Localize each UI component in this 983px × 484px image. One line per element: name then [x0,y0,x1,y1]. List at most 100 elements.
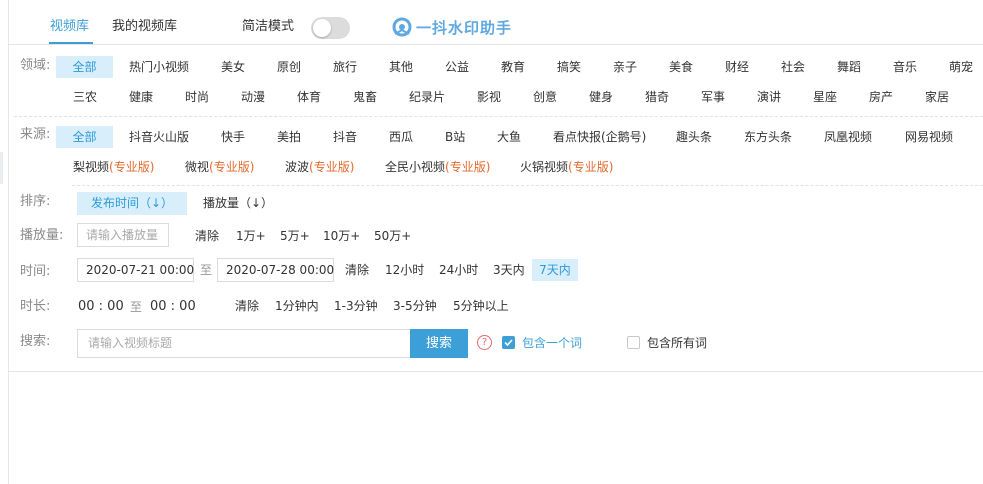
source-option-name: 梨视频 [73,160,110,174]
match-all-label[interactable]: 包含所有词 [647,334,707,352]
sort-by-plays[interactable]: 播放量（↓） [203,192,273,214]
domain-option[interactable]: 搞笑 [557,56,581,78]
active-tab-underline [49,42,93,44]
plays-option[interactable]: 1万+ [236,225,266,247]
compact-mode-label: 简洁模式 [242,19,295,34]
domain-option[interactable]: 亲子 [613,56,637,78]
time-option[interactable]: 7天内 [532,259,578,281]
domain-option[interactable]: 创意 [533,86,557,108]
domain-option[interactable]: 公益 [445,56,469,78]
time-option[interactable]: 3天内 [493,259,525,281]
source-option[interactable]: 全部 [56,126,113,148]
plays-option[interactable]: 10万+ [323,225,360,247]
domain-option[interactable]: 美女 [221,56,245,78]
tab-video-library[interactable]: 视频库 [50,17,89,37]
filter-panel-bottom-border [8,371,983,372]
plays-option[interactable]: 50万+ [374,225,411,247]
duration-option[interactable]: 5分钟以上 [453,295,509,317]
domain-option[interactable]: 教育 [501,56,525,78]
domain-option[interactable]: 健康 [129,86,153,108]
plays-option[interactable]: 5万+ [280,225,310,247]
help-icon[interactable]: ? [477,335,492,350]
domain-option[interactable]: 其他 [389,56,413,78]
compact-mode-toggle[interactable] [311,17,350,39]
domain-option[interactable]: 三农 [73,86,97,108]
source-option-pro[interactable]: 梨视频(专业版) [73,156,154,178]
duration-end-input[interactable]: 00 : 00 [150,297,196,317]
pro-badge: (专业版) [309,160,355,174]
search-button[interactable]: 搜索 [410,329,468,358]
domain-option[interactable]: 体育 [297,86,321,108]
match-any-checkbox[interactable] [502,336,515,349]
domain-option[interactable]: 猎奇 [645,86,669,108]
plays-label: 播放量: [20,228,64,243]
time-label: 时间: [20,264,51,279]
domain-option[interactable]: 家居 [925,86,949,108]
pro-badge: (专业版) [568,160,614,174]
domain-option[interactable]: 健身 [589,86,613,108]
domain-option[interactable]: 旅行 [333,56,357,78]
source-label: 来源: [20,127,51,142]
domain-option[interactable]: 全部 [56,56,113,78]
match-all-checkbox[interactable] [627,336,640,349]
source-option[interactable]: 大鱼 [497,126,521,148]
domain-option[interactable]: 原创 [277,56,301,78]
plays-input[interactable]: 请输入播放量 [77,223,169,247]
duration-option[interactable]: 3-5分钟 [393,295,437,317]
sort-label: 排序: [20,194,51,209]
source-option[interactable]: 凤凰视频 [824,126,872,148]
domain-option[interactable]: 时尚 [185,86,209,108]
source-option-pro[interactable]: 微视(专业版) [185,156,254,178]
duration-option[interactable]: 1-3分钟 [334,295,378,317]
source-option[interactable]: 抖音火山版 [129,126,189,148]
brand-logo-icon [392,17,412,37]
source-option[interactable]: 看点快报(企鹅号) [553,126,646,148]
time-option[interactable]: 12小时 [385,259,424,281]
time-option[interactable]: 24小时 [439,259,478,281]
plays-clear-button[interactable]: 清除 [195,225,219,247]
domain-option[interactable]: 影视 [477,86,501,108]
domain-option[interactable]: 音乐 [893,56,917,78]
source-option[interactable]: 趣头条 [676,126,712,148]
domain-option[interactable]: 舞蹈 [837,56,861,78]
source-option[interactable]: 美拍 [277,126,301,148]
domain-option[interactable]: 美食 [669,56,693,78]
duration-option[interactable]: 1分钟内 [275,295,319,317]
domain-option[interactable]: 社会 [781,56,805,78]
source-option-name: 全民小视频 [385,160,446,174]
source-option[interactable]: 抖音 [333,126,357,148]
domain-label: 领域: [20,58,51,73]
duration-range-sep: 至 [130,300,143,314]
source-option-pro[interactable]: 火锅视频(专业版) [520,156,613,178]
domain-option[interactable]: 军事 [701,86,725,108]
domain-option[interactable]: 财经 [725,56,749,78]
search-input[interactable]: 请输入视频标题 [77,329,411,358]
time-end-input[interactable]: 2020-07-28 00:00 [217,258,334,282]
domain-option[interactable]: 动漫 [241,86,265,108]
sort-by-publish-time[interactable]: 发布时间（↓） [77,192,187,215]
source-option-pro[interactable]: 全民小视频(专业版) [385,156,490,178]
match-any-label[interactable]: 包含一个词 [522,334,582,352]
domain-option[interactable]: 纪录片 [409,86,445,108]
duration-start-input[interactable]: 00 : 00 [78,297,124,317]
time-start-input[interactable]: 2020-07-21 00:00 [77,258,194,282]
source-option[interactable]: B站 [445,126,465,148]
source-option[interactable]: 东方头条 [744,126,792,148]
domain-option[interactable]: 演讲 [757,86,781,108]
duration-clear-button[interactable]: 清除 [235,295,259,317]
source-option-pro[interactable]: 波波(专业版) [285,156,354,178]
tab-my-video-library[interactable]: 我的视频库 [112,17,177,37]
pro-badge: (专业版) [445,160,491,174]
left-border [8,0,9,484]
domain-option[interactable]: 星座 [813,86,837,108]
source-option[interactable]: 网易视频 [905,126,953,148]
domain-option[interactable]: 鬼畜 [353,86,377,108]
domain-option[interactable]: 房产 [869,86,893,108]
checkmark-icon [504,339,513,347]
domain-option[interactable]: 萌宠 [949,56,973,78]
brand-logo: 一抖水印助手 [392,15,512,39]
source-option[interactable]: 快手 [221,126,245,148]
source-option[interactable]: 西瓜 [389,126,413,148]
time-clear-button[interactable]: 清除 [345,259,369,281]
domain-option[interactable]: 热门小视频 [129,56,189,78]
